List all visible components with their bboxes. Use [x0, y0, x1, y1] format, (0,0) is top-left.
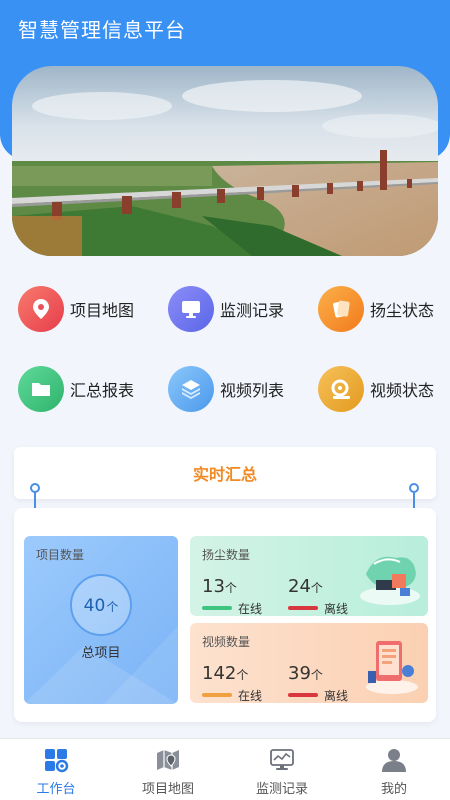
map-icon [157, 750, 179, 770]
bottom-tab-bar: 工作台 项目地图 监测记录 我的 [0, 738, 450, 800]
menu-label: 监测记录 [220, 301, 285, 320]
summary-card-header: 实时汇总 [14, 447, 436, 499]
menu-item-project-map[interactable]: 项目地图 [18, 284, 158, 334]
menu-item-video-status[interactable]: 视频状态 [318, 364, 450, 414]
dust-status-icon [318, 286, 364, 332]
project-count-title: 项目数量 [36, 548, 85, 562]
offline-bar [288, 693, 318, 697]
monitor-icon [270, 749, 294, 770]
summary-card-body: 项目数量 40 个 总项目 扬尘数量 13个 24个 在线 离线 视频数量 14… [14, 508, 436, 722]
menu-item-video-list[interactable]: 视频列表 [168, 364, 308, 414]
online-label: 在线 [238, 602, 263, 616]
tab-workbench[interactable]: 工作台 [0, 739, 112, 800]
tab-label: 工作台 [36, 782, 76, 797]
menu-label: 扬尘状态 [370, 301, 435, 320]
map-pin-icon [18, 286, 64, 332]
dust-count-title: 扬尘数量 [202, 548, 251, 562]
workbench-icon [45, 749, 69, 773]
online-bar [202, 693, 232, 697]
tab-label: 项目地图 [141, 782, 194, 797]
dust-illustration [360, 556, 420, 605]
video-status-icon [318, 366, 364, 412]
app-title: 智慧管理信息平台 [18, 18, 186, 42]
video-online-value: 142个 [202, 663, 249, 684]
dust-offline-value: 24个 [288, 576, 323, 597]
project-total-label: 总项目 [81, 646, 121, 661]
video-count-title: 视频数量 [202, 635, 251, 649]
online-label: 在线 [238, 689, 263, 703]
folder-icon [18, 366, 64, 412]
dust-online-value: 13个 [202, 576, 237, 597]
menu-item-summary-report[interactable]: 汇总报表 [18, 364, 158, 414]
tab-project-map[interactable]: 项目地图 [112, 739, 224, 800]
menu-item-monitor-records[interactable]: 监测记录 [168, 284, 308, 334]
project-count-value: 40 [83, 596, 106, 616]
menu-item-dust-status[interactable]: 扬尘状态 [318, 284, 450, 334]
monitor-icon [168, 286, 214, 332]
tab-label: 监测记录 [255, 782, 308, 797]
menu-label: 视频状态 [370, 381, 435, 400]
offline-label: 离线 [324, 602, 349, 616]
offline-label: 离线 [324, 689, 349, 703]
video-offline-value: 39个 [288, 663, 323, 684]
project-count-panel[interactable]: 项目数量 40 个 总项目 [24, 536, 178, 704]
dust-count-panel[interactable]: 扬尘数量 13个 24个 在线 离线 [190, 536, 428, 616]
banner-image[interactable] [12, 66, 438, 256]
video-list-icon [168, 366, 214, 412]
project-count-unit: 个 [106, 600, 119, 614]
online-bar [202, 606, 232, 610]
tab-mine[interactable]: 我的 [338, 739, 450, 800]
menu-label: 项目地图 [70, 301, 135, 320]
menu-label: 视频列表 [220, 381, 285, 400]
video-count-panel[interactable]: 视频数量 142个 39个 在线 离线 [190, 623, 428, 703]
project-count-circle: 40 个 [70, 574, 132, 636]
summary-title: 实时汇总 [192, 465, 257, 484]
offline-bar [288, 606, 318, 610]
menu-label: 汇总报表 [70, 381, 135, 400]
video-illustration [366, 641, 418, 694]
tab-label: 我的 [380, 782, 407, 797]
tab-monitor-records[interactable]: 监测记录 [226, 739, 338, 800]
user-icon [382, 749, 406, 772]
